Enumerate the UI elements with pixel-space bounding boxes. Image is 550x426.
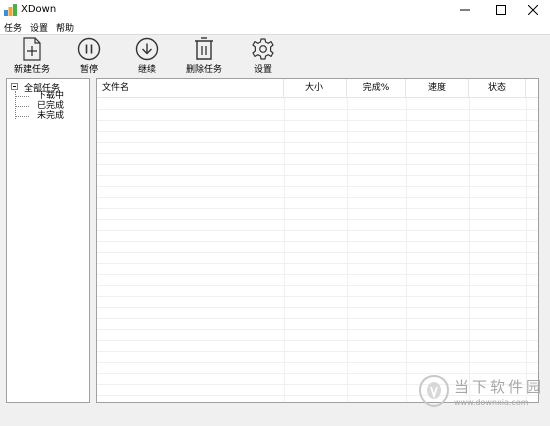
category-tree: 全部任务 下载中 已完成 未完成: [6, 78, 90, 403]
column-header-size[interactable]: 大小: [284, 79, 347, 98]
settings-button[interactable]: 设置: [248, 37, 278, 75]
grid-row-line: [97, 142, 538, 143]
watermark-url: www.downxia.com: [454, 398, 529, 407]
trash-icon: [195, 37, 213, 60]
grid-row-line: [97, 208, 538, 209]
pause-button[interactable]: 暂停: [74, 37, 104, 75]
app-icon: [4, 4, 17, 16]
tree-child-label: 下载中: [37, 91, 65, 101]
grid-row-line: [97, 109, 538, 110]
menu-settings[interactable]: 设置: [30, 21, 48, 34]
resume-label: 继续: [137, 65, 156, 75]
grid-row-line: [97, 329, 538, 330]
grid-row-line: [97, 120, 538, 121]
column-header-filename[interactable]: 文件名: [97, 79, 284, 98]
grid-row-line: [97, 153, 538, 154]
grid-column-line: [406, 98, 407, 402]
grid-row-line: [97, 274, 538, 275]
grid-row-line: [97, 318, 538, 319]
watermark-name: 当下软件园: [454, 378, 545, 396]
list-body: [97, 98, 538, 402]
close-icon: [528, 5, 538, 15]
delete-task-label: 删除任务: [185, 65, 222, 75]
grid-row-line: [97, 230, 538, 231]
settings-label: 设置: [253, 65, 272, 75]
gear-icon: [252, 38, 274, 60]
grid-column-line: [284, 98, 285, 402]
window-title: XDown: [21, 4, 57, 15]
new-task-label: 新建任务: [13, 65, 50, 75]
pause-icon: [77, 37, 101, 61]
grid-row-line: [97, 296, 538, 297]
grid-row-line: [97, 340, 538, 341]
list-header: 文件名 大小 完成% 速度 状态: [97, 79, 538, 98]
grid-row-line: [97, 263, 538, 264]
maximize-icon: [496, 5, 506, 15]
grid-row-line: [97, 131, 538, 132]
task-list[interactable]: 文件名 大小 完成% 速度 状态: [96, 78, 539, 403]
minimize-icon: [460, 9, 470, 11]
watermark-logo-icon: [418, 374, 450, 408]
tree-child-label: 已完成: [37, 101, 65, 111]
grid-column-line: [469, 98, 470, 402]
watermark: 当下软件园 www.downxia.com: [412, 370, 550, 414]
column-header-status[interactable]: 状态: [469, 79, 526, 98]
pause-label: 暂停: [79, 65, 98, 75]
minimize-button[interactable]: [448, 0, 482, 20]
new-task-button[interactable]: 新建任务: [12, 37, 52, 75]
grid-row-line: [97, 285, 538, 286]
close-button[interactable]: [516, 0, 550, 20]
grid-row-line: [97, 175, 538, 176]
title-bar: XDown: [0, 0, 550, 20]
toolbar: 新建任务 暂停 继续 删除任务 设置: [0, 34, 550, 75]
grid-row-line: [97, 362, 538, 363]
tree-child-label: 未完成: [37, 111, 65, 121]
grid-row-line: [97, 351, 538, 352]
grid-row-line: [97, 307, 538, 308]
grid-row-line: [97, 186, 538, 187]
menu-help[interactable]: 帮助: [56, 21, 74, 34]
column-header-speed[interactable]: 速度: [406, 79, 469, 98]
grid-column-line: [347, 98, 348, 402]
menu-bar: 任务 设置 帮助: [0, 20, 550, 34]
grid-row-line: [97, 252, 538, 253]
menu-task[interactable]: 任务: [4, 21, 22, 34]
collapse-toggle-icon[interactable]: [11, 83, 18, 90]
maximize-button[interactable]: [484, 0, 518, 20]
grid-column-line: [526, 98, 527, 402]
column-header-progress[interactable]: 完成%: [347, 79, 406, 98]
new-file-icon: [23, 37, 41, 61]
delete-task-button[interactable]: 删除任务: [184, 37, 224, 75]
resume-button[interactable]: 继续: [132, 37, 162, 75]
grid-row-line: [97, 241, 538, 242]
download-icon: [135, 37, 159, 61]
grid-row-line: [97, 219, 538, 220]
grid-row-line: [97, 197, 538, 198]
grid-row-line: [97, 164, 538, 165]
